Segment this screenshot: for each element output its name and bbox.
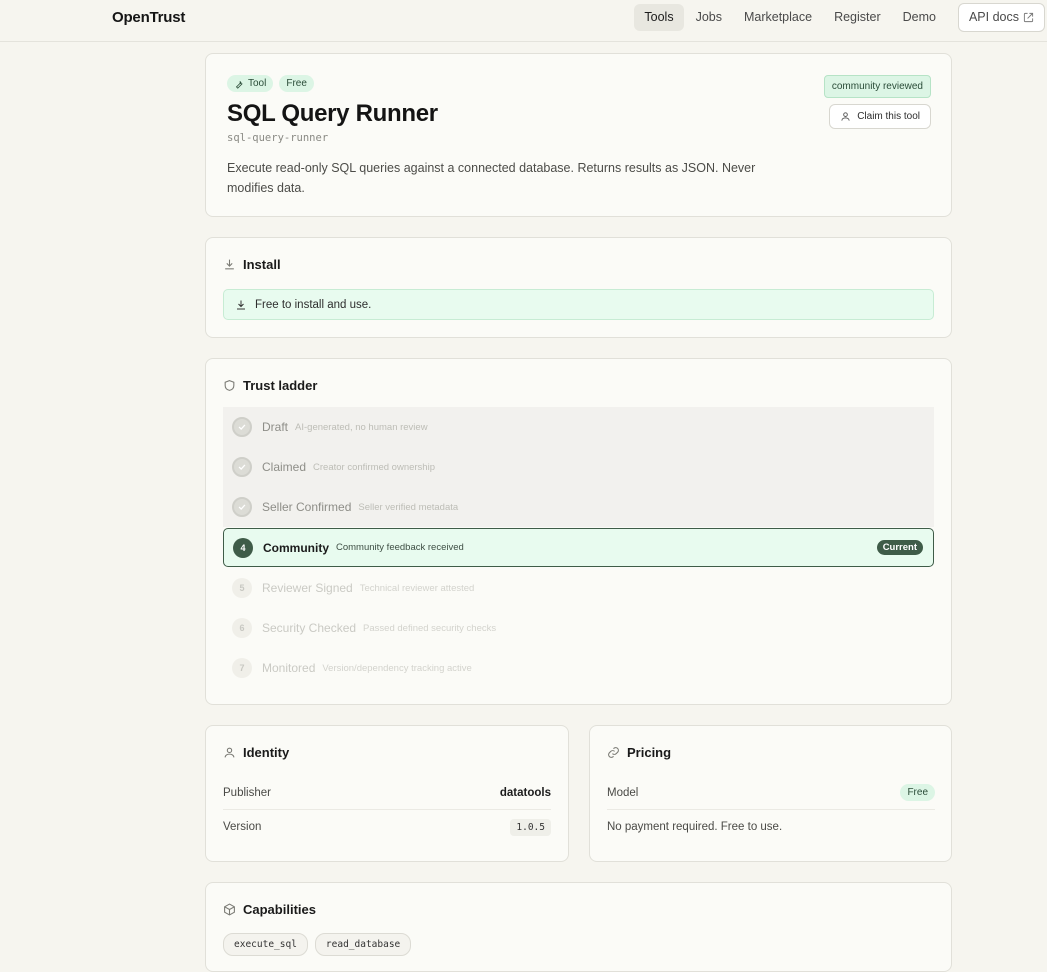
publisher-row: Publisher datatools (223, 776, 551, 810)
brand-logo[interactable]: OpenTrust (112, 9, 185, 26)
user-icon (841, 112, 850, 121)
trust-step-reviewer-signed: 5 Reviewer Signed Technical reviewer att… (223, 568, 934, 608)
download-icon (225, 259, 234, 270)
check-circle-icon (232, 457, 252, 477)
trust-step-number: 4 (233, 537, 253, 558)
trust-step-draft: Draft AI-generated, no human review (223, 407, 934, 447)
capabilities-title: Capabilities (243, 902, 316, 917)
pricing-note: No payment required. Free to use. (607, 821, 783, 833)
install-title: Install (243, 257, 281, 272)
claim-tool-label: Claim this tool (857, 111, 920, 122)
version-label: Version (223, 821, 262, 833)
trust-step-monitored: 7 Monitored Version/dependency tracking … (223, 648, 934, 688)
model-row: Model Free (607, 776, 935, 810)
capabilities-card: Capabilities execute_sql read_database (205, 882, 952, 972)
trust-step-number: 5 (232, 578, 252, 598)
trust-ladder-heading: Trust ladder (223, 378, 317, 393)
publisher-value[interactable]: datatools (500, 787, 551, 799)
user-icon (224, 747, 235, 758)
tool-slug: sql-query-runner (227, 132, 329, 144)
version-row: Version 1.0.5 (223, 810, 551, 844)
nav-jobs[interactable]: Jobs (686, 4, 732, 31)
trust-ladder-card: Trust ladder Draft AI-generated, no huma… (205, 358, 952, 705)
trust-step-label: Seller Confirmed (262, 500, 352, 514)
price-tag: Free (279, 75, 314, 92)
identity-heading: Identity (223, 745, 289, 760)
nav-register[interactable]: Register (824, 4, 891, 31)
trust-step-security-checked: 6 Security Checked Passed defined securi… (223, 608, 934, 648)
download-icon (237, 300, 245, 309)
pricing-heading: Pricing (607, 745, 671, 760)
trust-step-label: Security Checked (262, 621, 357, 635)
trust-ladder-title: Trust ladder (243, 378, 318, 393)
capability-chip: execute_sql (223, 933, 308, 956)
trust-step-desc: Technical reviewer attested (359, 582, 475, 594)
identity-title: Identity (243, 745, 290, 760)
pricing-card: Pricing Model Free No payment required. … (589, 725, 952, 862)
capabilities-heading: Capabilities (223, 902, 316, 917)
install-message: Free to install and use. (255, 298, 372, 311)
trust-step-number: 7 (232, 658, 252, 678)
nav-demo[interactable]: Demo (893, 4, 946, 31)
version-value: 1.0.5 (510, 818, 551, 836)
check-circle-icon (232, 417, 252, 437)
check-circle-icon (232, 497, 252, 517)
capability-chip: read_database (314, 933, 412, 956)
trust-step-community: 4 Community Community feedback received … (223, 528, 934, 567)
api-docs-button[interactable]: API docs (957, 3, 1045, 32)
install-action[interactable]: Free to install and use. (223, 289, 934, 320)
capability-list: execute_sql read_database (223, 933, 412, 956)
pricing-title: Pricing (627, 745, 672, 760)
trust-step-desc: Seller verified metadata (358, 501, 459, 513)
trust-step-label: Community (263, 540, 329, 555)
trust-step-label: Claimed (262, 460, 307, 474)
tool-hero-card: Tool Free SQL Query Runner sql-query-run… (205, 53, 952, 217)
trust-step-number: 6 (232, 618, 252, 638)
trust-step-label: Reviewer Signed (262, 581, 353, 595)
tool-description: Execute read-only SQL queries against a … (227, 161, 756, 195)
trust-step-seller-confirmed: Seller Confirmed Seller verified metadat… (223, 487, 934, 527)
model-label: Model (607, 786, 639, 799)
trust-step-desc: AI-generated, no human review (295, 421, 428, 433)
external-link-icon (1023, 12, 1034, 23)
tool-kind-label: Tool (248, 78, 267, 89)
api-docs-label: API docs (968, 10, 1019, 24)
trust-step-desc: Creator confirmed ownership (313, 461, 435, 473)
nav-tools[interactable]: Tools (634, 4, 684, 31)
review-status-badge: community reviewed (823, 75, 931, 98)
model-value-badge: Free (900, 784, 935, 801)
trust-step-desc: Passed defined security checks (363, 622, 497, 634)
trust-step-desc: Version/dependency tracking active (322, 662, 472, 674)
install-heading: Install (223, 257, 281, 272)
link-icon (608, 747, 619, 758)
current-step-badge: Current (876, 540, 923, 555)
package-icon (224, 903, 235, 916)
tool-tags: Tool Free (227, 75, 314, 92)
trust-step-label: Monitored (262, 661, 316, 675)
nav-marketplace[interactable]: Marketplace (734, 4, 822, 31)
trust-ladder-list: Draft AI-generated, no human review Clai… (223, 407, 934, 688)
identity-card: Identity Publisher datatools Version 1.0… (205, 725, 569, 862)
publisher-label: Publisher (223, 786, 271, 799)
trust-step-label: Draft (262, 420, 289, 434)
install-card: Install Free to install and use. (205, 237, 952, 338)
claim-tool-button[interactable]: Claim this tool (829, 104, 931, 129)
trust-step-claimed: Claimed Creator confirmed ownership (223, 447, 934, 487)
shield-icon (224, 380, 235, 391)
top-navigation-bar: OpenTrust Tools Jobs Marketplace Registe… (0, 0, 1047, 42)
trust-step-desc: Community feedback received (336, 542, 464, 553)
pricing-note-row: No payment required. Free to use. (607, 810, 935, 844)
main-nav: Tools Jobs Marketplace Register Demo API… (634, 3, 1045, 32)
wrench-icon (235, 80, 243, 89)
tool-kind-tag: Tool (227, 75, 274, 92)
page-title: SQL Query Runner (227, 100, 438, 127)
